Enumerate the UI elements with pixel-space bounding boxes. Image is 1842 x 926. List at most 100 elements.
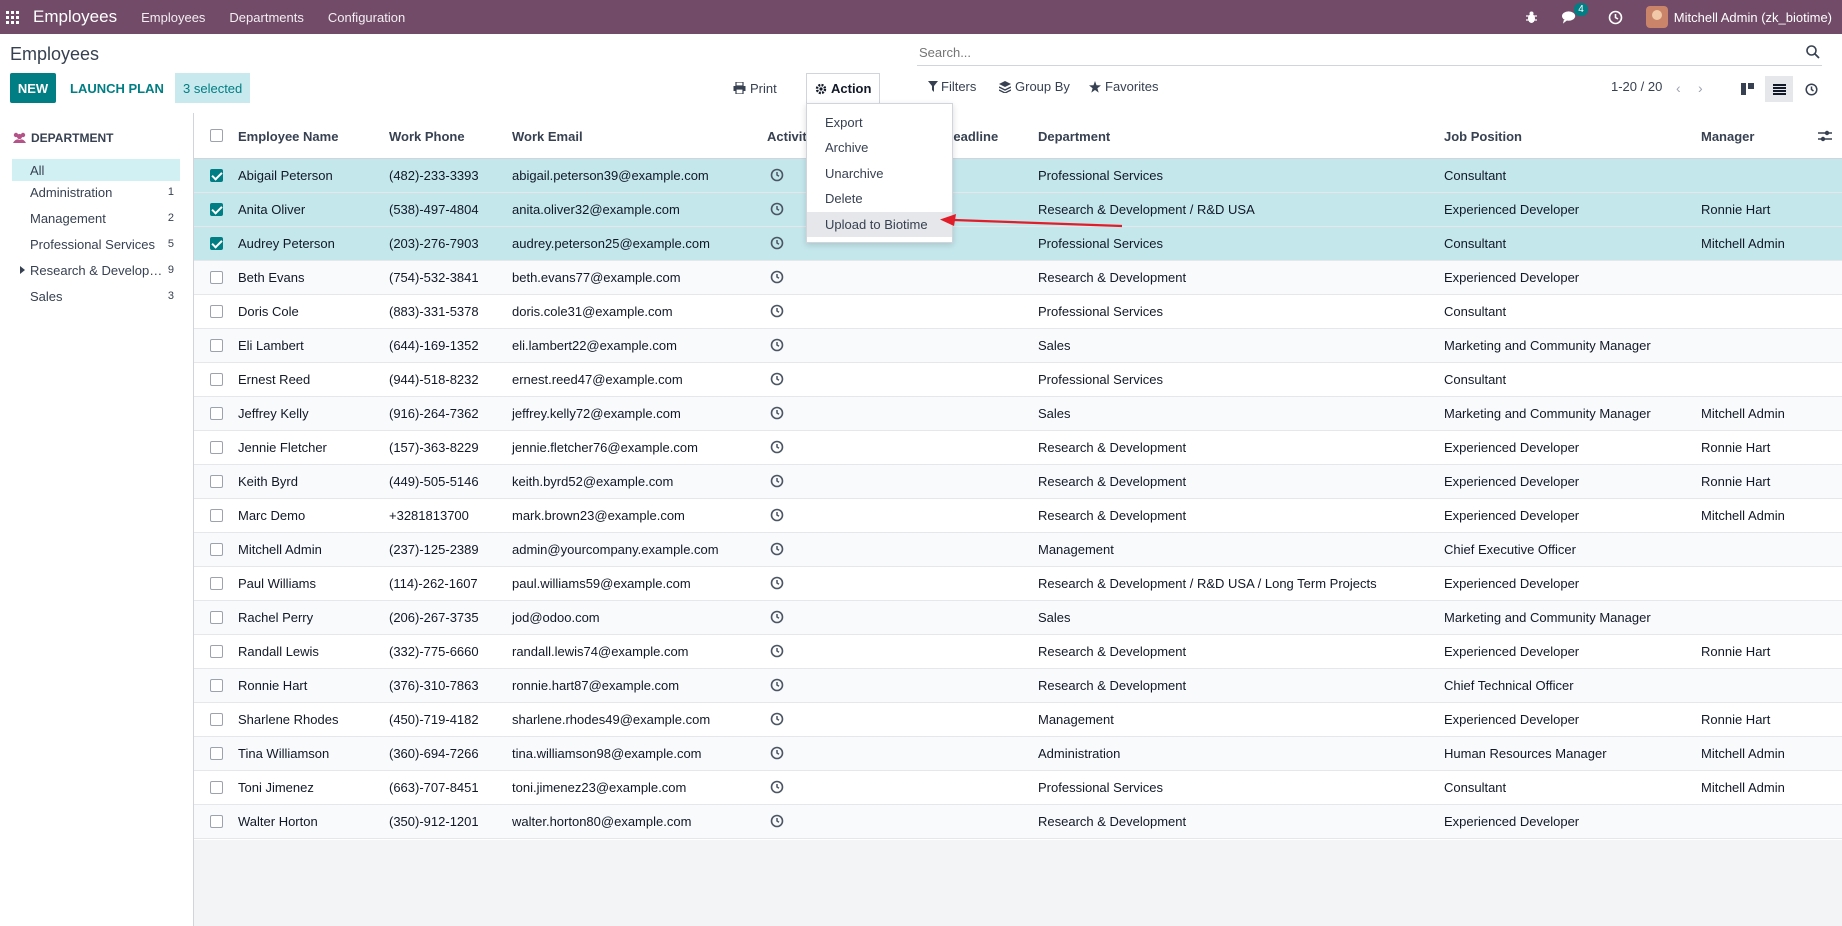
menu-departments[interactable]: Departments [229,10,303,25]
table-row[interactable]: Randall Lewis (332)-775-6660 randall.lewis… [194,635,1842,669]
table-row[interactable]: Mitchell Admin (237)-125-2389 admin@yourco… [194,533,1842,567]
table-row[interactable]: Tina Williamson (360)-694-7266 tina.willia… [194,737,1842,771]
row-checkbox[interactable] [210,475,223,488]
table-row[interactable]: Walter Horton (350)-912-1201 walter.horton… [194,805,1842,839]
favorites-button[interactable]: Favorites [1089,79,1158,94]
activity-clock-icon[interactable] [770,406,784,420]
user-menu[interactable]: Mitchell Admin (zk_biotime) [1674,10,1832,25]
column-employee-name[interactable]: Employee Name [238,129,338,144]
filters-button[interactable]: Filters [928,79,976,94]
select-all-checkbox[interactable] [210,129,223,142]
activity-clock-icon[interactable] [770,202,784,216]
column-work-email[interactable]: Work Email [512,129,583,144]
table-row[interactable]: Abigail Peterson (482)-233-3393 abigail.pe… [194,159,1842,193]
row-checkbox[interactable] [210,577,223,590]
search-input[interactable] [917,45,1777,60]
row-checkbox[interactable] [210,509,223,522]
table-row[interactable]: Paul Williams (114)-262-1607 paul.williams… [194,567,1842,601]
activity-clock-icon[interactable] [770,576,784,590]
table-row[interactable]: Ronnie Hart (376)-310-7863 ronnie.hart87@e… [194,669,1842,703]
activity-clock-icon[interactable] [770,474,784,488]
column-work-phone[interactable]: Work Phone [389,129,465,144]
activity-clock-icon[interactable] [770,746,784,760]
table-row[interactable]: Jennie Fletcher (157)-363-8229 jennie.flet… [194,431,1842,465]
pager-prev-icon[interactable]: ‹ [1676,80,1681,96]
activity-clock-icon[interactable] [770,644,784,658]
sidebar-item-sales[interactable]: Sales 3 [12,285,180,307]
row-checkbox[interactable] [210,271,223,284]
table-row[interactable]: Rachel Perry (206)-267-3735 jod@odoo.com Sa… [194,601,1842,635]
row-checkbox[interactable] [210,713,223,726]
menu-item-export[interactable]: Export [807,110,952,135]
menu-employees[interactable]: Employees [141,10,205,25]
search-icon[interactable] [1806,45,1820,59]
activity-clock-icon[interactable] [770,304,784,318]
menu-configuration[interactable]: Configuration [328,10,405,25]
table-row[interactable]: Audrey Peterson (203)-276-7903 audrey.pete… [194,227,1842,261]
activity-clock-icon[interactable] [770,338,784,352]
activity-clock-icon[interactable] [770,168,784,182]
table-row[interactable]: Sharlene Rhodes (450)-719-4182 sharlene.rh… [194,703,1842,737]
activity-clock-icon[interactable] [770,372,784,386]
row-checkbox[interactable] [210,645,223,658]
activity-clock-icon[interactable] [770,712,784,726]
messages-icon[interactable]: 4 [1561,3,1588,25]
row-checkbox[interactable] [210,407,223,420]
debug-bug-icon[interactable] [1524,9,1540,25]
group-by-button[interactable]: Group By [999,79,1070,94]
row-checkbox[interactable] [210,441,223,454]
column-manager[interactable]: Manager [1701,129,1754,144]
table-row[interactable]: Ernest Reed (944)-518-8232 ernest.reed47@e… [194,363,1842,397]
optional-columns-icon[interactable] [1818,130,1832,142]
menu-item-unarchive[interactable]: Unarchive [807,161,952,186]
selected-count-badge[interactable]: 3 selected [175,73,251,103]
app-brand[interactable]: Employees [33,7,117,27]
activity-clock-icon[interactable] [1608,9,1624,25]
table-row[interactable]: Eli Lambert (644)-169-1352 eli.lambert22@e… [194,329,1842,363]
menu-item-archive[interactable]: Archive [807,135,952,160]
table-row[interactable]: Jeffrey Kelly (916)-264-7362 jeffrey.kelly… [194,397,1842,431]
avatar[interactable] [1645,6,1668,28]
sidebar-item-administration[interactable]: Administration 1 [12,181,180,203]
table-row[interactable]: Toni Jimenez (663)-707-8451 toni.jimenez23… [194,771,1842,805]
row-checkbox[interactable] [210,679,223,692]
row-checkbox[interactable] [210,611,223,624]
list-view-icon[interactable] [1765,76,1793,102]
menu-item-delete[interactable]: Delete [807,186,952,211]
menu-item-upload-to-biotime[interactable]: Upload to Biotime [807,212,952,237]
pager-next-icon[interactable]: › [1698,80,1703,96]
sidebar-item-professional-services[interactable]: Professional Services 5 [12,233,180,255]
new-button[interactable]: NEW [10,73,56,103]
row-checkbox[interactable] [210,543,223,556]
caret-right-icon[interactable] [20,266,25,274]
activity-view-icon[interactable] [1797,76,1825,102]
row-checkbox[interactable] [210,339,223,352]
row-checkbox[interactable] [210,305,223,318]
table-row[interactable]: Keith Byrd (449)-505-5146 keith.byrd52@exa… [194,465,1842,499]
column-department[interactable]: Department [1038,129,1110,144]
activity-clock-icon[interactable] [770,610,784,624]
row-checkbox[interactable] [210,203,223,216]
launch-plan-button[interactable]: LAUNCH PLAN [62,73,172,103]
sidebar-item-research-development[interactable]: Research & Development 9 [12,259,180,281]
table-row[interactable]: Doris Cole (883)-331-5378 doris.cole31@exa… [194,295,1842,329]
row-checkbox[interactable] [210,169,223,182]
column-job-position[interactable]: Job Position [1444,129,1522,144]
row-checkbox[interactable] [210,815,223,828]
table-row[interactable]: Beth Evans (754)-532-3841 beth.evans77@exa… [194,261,1842,295]
print-button[interactable]: Print [733,73,777,103]
sidebar-item-management[interactable]: Management 2 [12,207,180,229]
apps-grid-icon[interactable] [6,10,19,24]
activity-clock-icon[interactable] [770,678,784,692]
pager-value[interactable]: 1-20 / 20 [1611,79,1662,94]
activity-clock-icon[interactable] [770,270,784,284]
activity-clock-icon[interactable] [770,236,784,250]
row-checkbox[interactable] [210,237,223,250]
kanban-view-icon[interactable] [1733,76,1761,102]
activity-clock-icon[interactable] [770,542,784,556]
activity-clock-icon[interactable] [770,814,784,828]
action-button[interactable]: Action [806,73,881,103]
sidebar-item-all[interactable]: All [12,159,180,181]
table-row[interactable]: Marc Demo +3281813700 mark.brown23@example… [194,499,1842,533]
row-checkbox[interactable] [210,373,223,386]
